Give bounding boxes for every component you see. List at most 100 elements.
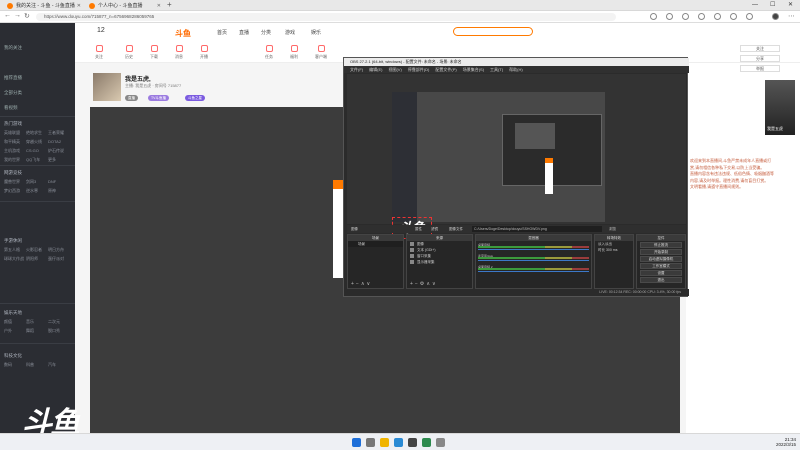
sidebar-link[interactable]: 数码: [4, 360, 26, 369]
settings-button[interactable]: 设置: [640, 270, 682, 276]
sidebar-link[interactable]: 和平精英: [4, 137, 26, 146]
obs-icon[interactable]: [408, 438, 417, 447]
down-icon[interactable]: ∨: [367, 281, 373, 287]
start-recording-button[interactable]: 开始录制: [640, 249, 682, 255]
more-icon[interactable]: ⋯: [788, 12, 795, 20]
exit-button[interactable]: 退出: [640, 277, 682, 283]
nav-client[interactable]: 客户端: [315, 45, 327, 60]
back-icon[interactable]: ←: [4, 12, 11, 19]
sidebar-link[interactable]: 绝地求生: [26, 128, 48, 137]
close-icon[interactable]: ✕: [77, 1, 81, 11]
sidebar-link[interactable]: 蛋仔派对: [48, 254, 70, 263]
clock[interactable]: 21:34 2022/3/15: [776, 437, 796, 447]
scene-item[interactable]: 场景: [348, 241, 403, 247]
share-button[interactable]: 分享: [740, 55, 780, 62]
sidebar-link[interactable]: 魔兽世界: [4, 177, 26, 186]
sidebar-link[interactable]: 第五人格: [4, 245, 26, 254]
menu-item[interactable]: 配置文件(P): [435, 67, 456, 72]
source-item[interactable]: 显示器采集: [407, 259, 472, 265]
file-explorer-icon[interactable]: [380, 438, 389, 447]
filters-button[interactable]: 滤镜: [431, 225, 438, 233]
nav-link[interactable]: 首页: [217, 29, 227, 36]
nav-message[interactable]: 消息: [175, 45, 183, 60]
search-icon[interactable]: [366, 438, 375, 447]
sidebar-link[interactable]: QQ飞车: [26, 155, 48, 164]
extensions-icon[interactable]: [746, 13, 753, 20]
audio-meter[interactable]: 桌面音频 2: [478, 264, 589, 274]
close-window-icon[interactable]: ✕: [788, 0, 793, 11]
profile-avatar[interactable]: [772, 13, 779, 20]
nav-broadcast[interactable]: 开播: [200, 45, 208, 60]
sidebar-link[interactable]: 我的世界: [4, 155, 26, 164]
url-field[interactable]: https://www.douyu.com/715877_n=675696828…: [36, 13, 616, 21]
browse-button[interactable]: 浏览: [609, 225, 616, 233]
sidebar-link[interactable]: CS:GO: [26, 146, 48, 155]
sidebar-item[interactable]: 我的关注: [4, 45, 22, 51]
sidebar-link[interactable]: 球球大作战: [4, 254, 26, 263]
nav-follow[interactable]: 关注: [95, 45, 103, 60]
sidebar-link[interactable]: 原神: [48, 186, 70, 195]
properties-button[interactable]: 属性: [415, 225, 422, 233]
audio-meter[interactable]: 麦克风/Aux: [478, 253, 589, 263]
app-icon[interactable]: [436, 438, 445, 447]
sidebar-link[interactable]: 二次元: [48, 317, 70, 326]
room-tag[interactable]: 直播: [125, 95, 138, 101]
audio-meter[interactable]: 桌面音频: [478, 242, 589, 252]
nav-link[interactable]: 娱乐: [311, 29, 321, 36]
sidebar-link[interactable]: 剑网3: [26, 177, 48, 186]
menu-item[interactable]: 工具(T): [490, 67, 503, 72]
menu-item[interactable]: 帮助(H): [509, 67, 523, 72]
sidebar-item[interactable]: 全部分类: [4, 90, 22, 96]
menu-item[interactable]: 文件(F): [350, 67, 363, 72]
sidebar-link[interactable]: DNF: [48, 177, 70, 186]
close-icon[interactable]: ✕: [157, 1, 161, 11]
obs-preview[interactable]: 斗鱼: [347, 74, 686, 239]
down-icon[interactable]: ∨: [432, 281, 438, 287]
screenshot-icon[interactable]: [730, 13, 737, 20]
sidebar-link[interactable]: 主机游戏: [4, 146, 26, 155]
duration-field[interactable]: 300 ms: [606, 248, 617, 252]
start-icon[interactable]: [352, 438, 361, 447]
edge-icon[interactable]: [394, 438, 403, 447]
sidebar-item[interactable]: 看视频: [4, 105, 18, 111]
sidebar-link[interactable]: 舞蹈: [26, 326, 48, 335]
nav-download[interactable]: 下载: [150, 45, 158, 60]
sidebar-link[interactable]: DOTA2: [48, 137, 70, 146]
search-input[interactable]: [453, 27, 533, 36]
sidebar-item[interactable]: 推荐直播: [4, 75, 22, 81]
maximize-icon[interactable]: ☐: [770, 0, 775, 11]
virtual-camera-button[interactable]: 启动虚拟摄像机: [640, 256, 682, 262]
sidebar-link[interactable]: 炉石传说: [48, 146, 70, 155]
follow-button[interactable]: 关注: [740, 45, 780, 52]
sidebar-link[interactable]: 音乐: [26, 317, 48, 326]
sidebar-link[interactable]: 汽车: [48, 360, 70, 369]
sidebar-link[interactable]: 逆水寒: [26, 186, 48, 195]
downloads-icon[interactable]: [714, 13, 721, 20]
favorites-icon[interactable]: [666, 13, 673, 20]
history-icon[interactable]: [698, 13, 705, 20]
stop-streaming-button[interactable]: 停止推流: [640, 242, 682, 248]
menu-item[interactable]: 场景集合(S): [463, 67, 484, 72]
browser-tab[interactable]: 我的关注 - 斗鱼 - 斗鱼直播 ✕: [4, 1, 84, 11]
streamer-card-image[interactable]: 我是五虎: [765, 80, 795, 135]
nav-task[interactable]: 任务: [265, 45, 273, 60]
douyu-logo[interactable]: 斗鱼: [175, 28, 191, 39]
refresh-icon[interactable]: ↻: [24, 12, 30, 20]
menu-item[interactable]: 停靠部件(D): [408, 67, 430, 72]
room-tag[interactable]: 斗鱼之星: [185, 95, 205, 101]
browser-tab[interactable]: 个人中心 - 斗鱼直播 ✕: [86, 1, 164, 11]
studio-mode-button[interactable]: 工作室模式: [640, 263, 682, 269]
new-tab-icon[interactable]: +: [167, 0, 172, 9]
minimize-icon[interactable]: —: [752, 0, 758, 11]
sidebar-link[interactable]: 更多: [48, 155, 70, 164]
sidebar-link[interactable]: 火影忍者: [26, 245, 48, 254]
room-tag[interactable]: TV斗鱼播: [148, 95, 169, 101]
sidebar-link[interactable]: 阴阳师: [26, 254, 48, 263]
sidebar-link[interactable]: 梦幻西游: [4, 186, 26, 195]
sidebar-link[interactable]: 科普: [26, 360, 48, 369]
sidebar-link[interactable]: 王者荣耀: [48, 128, 70, 137]
sidebar-link[interactable]: 穿越火线: [26, 137, 48, 146]
menu-item[interactable]: 编辑(E): [369, 67, 382, 72]
collections-icon[interactable]: [682, 13, 689, 20]
file-path-field[interactable]: C:/Users/Doge/Desktop/douyu/SSHOWDV.png: [472, 226, 602, 232]
